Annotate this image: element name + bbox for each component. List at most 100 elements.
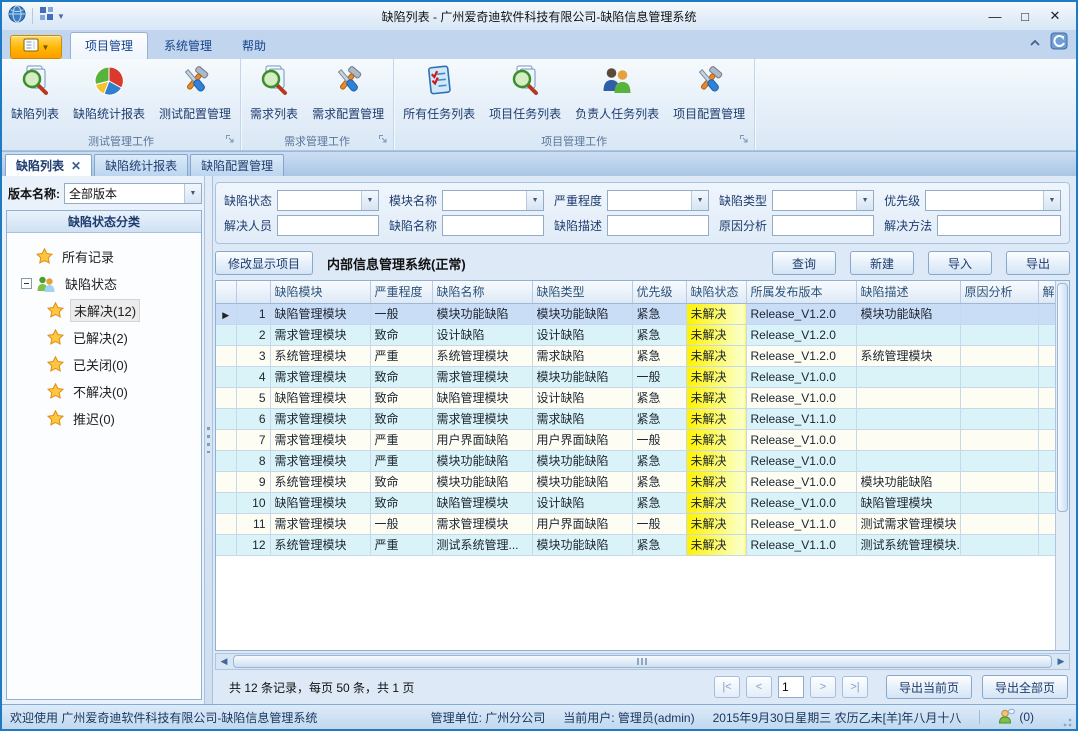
horizontal-scrollbar-thumb[interactable] (233, 655, 1052, 668)
export-all-pages-button[interactable]: 导出全部页 (982, 675, 1068, 699)
filter-input[interactable] (938, 216, 1060, 235)
column-header-9[interactable]: 原因分析 (960, 281, 1038, 303)
chevron-down-icon[interactable]: ▼ (526, 191, 543, 210)
ribbon-button-2-2[interactable]: 需求配置管理 (305, 61, 391, 124)
table-row[interactable]: 8需求管理模块严重模块功能缺陷模块功能缺陷紧急未解决Release_V1.0.0 (216, 450, 1055, 471)
doc-tab-3[interactable]: 缺陷配置管理 (190, 154, 284, 176)
dialog-launcher-icon[interactable] (739, 134, 749, 147)
first-page-button[interactable]: |< (714, 676, 740, 698)
quick-access-caret-icon[interactable]: ▼ (57, 12, 65, 21)
star-icon (47, 329, 64, 346)
filter-combobox[interactable]: ▼ (277, 190, 379, 211)
tree-expander-icon[interactable] (21, 278, 32, 289)
collapse-ribbon-icon[interactable] (1028, 35, 1042, 53)
chevron-down-icon[interactable]: ▼ (361, 191, 378, 210)
tree-item-5[interactable]: 已关闭(0) (47, 351, 197, 378)
tree-item-6[interactable]: 不解决(0) (47, 378, 197, 405)
maximize-button[interactable]: □ (1010, 5, 1040, 27)
row-indicator-cell (216, 513, 236, 534)
dialog-launcher-icon[interactable] (225, 134, 235, 147)
table-row[interactable]: 9系统管理模块致命模块功能缺陷模块功能缺陷紧急未解决Release_V1.0.0… (216, 471, 1055, 492)
ribbon-button-1-2[interactable]: 缺陷统计报表 (66, 61, 152, 124)
column-header-5[interactable]: 优先级 (632, 281, 686, 303)
table-row[interactable]: 7需求管理模块严重用户界面缺陷用户界面缺陷一般未解决Release_V1.0.0 (216, 429, 1055, 450)
prev-page-button[interactable]: < (746, 676, 772, 698)
tree-item-3[interactable]: 未解决(12) (47, 297, 197, 324)
table-row[interactable]: 11需求管理模块一般需求管理模块用户界面缺陷一般未解决Release_V1.1.… (216, 513, 1055, 534)
person-message-icon[interactable] (998, 708, 1015, 727)
filter-label: 解决方法 (884, 217, 932, 234)
column-header-7[interactable]: 所属发布版本 (746, 281, 856, 303)
version-combobox[interactable]: 全部版本 ▼ (64, 183, 202, 204)
filter-input[interactable] (278, 216, 378, 235)
close-tab-icon[interactable]: ✕ (71, 159, 81, 173)
dialog-launcher-icon[interactable] (378, 134, 388, 147)
scroll-left-icon[interactable]: ◀ (216, 656, 232, 667)
filter-combobox[interactable]: ▼ (772, 190, 874, 211)
column-header-1[interactable]: 缺陷模块 (270, 281, 370, 303)
doc-tab-1[interactable]: 缺陷列表✕ (5, 154, 92, 176)
next-page-button[interactable]: > (810, 676, 836, 698)
ribbon-tab-2[interactable]: 系统管理 (150, 33, 226, 59)
table-row[interactable]: 3系统管理模块严重系统管理模块需求缺陷紧急未解决Release_V1.2.0系统… (216, 345, 1055, 366)
close-button[interactable]: ✕ (1040, 5, 1070, 27)
tree-item-4[interactable]: 已解决(2) (47, 324, 197, 351)
filter-combobox[interactable]: ▼ (442, 190, 544, 211)
table-row[interactable]: 6需求管理模块致命需求管理模块需求缺陷紧急未解决Release_V1.1.0 (216, 408, 1055, 429)
ribbon-button-1-3[interactable]: 测试配置管理 (152, 61, 238, 124)
column-header-4[interactable]: 缺陷类型 (532, 281, 632, 303)
column-header-2[interactable]: 严重程度 (370, 281, 432, 303)
grid-toolbar: 修改显示项目 内部信息管理系统(正常) 查询新建导入导出 (215, 250, 1070, 276)
column-header-6[interactable]: 缺陷状态 (686, 281, 746, 303)
ribbon-button-1-1[interactable]: 缺陷列表 (4, 61, 66, 124)
doc-tab-2[interactable]: 缺陷统计报表 (94, 154, 188, 176)
query-button[interactable]: 查询 (772, 251, 836, 275)
cell-缺陷描述 (856, 387, 960, 408)
tree-item-2[interactable]: 缺陷状态 (21, 270, 197, 297)
export-button[interactable]: 导出 (1006, 251, 1070, 275)
ribbon-tab-3[interactable]: 帮助 (228, 33, 280, 59)
page-number-input[interactable] (778, 676, 804, 698)
horizontal-scrollbar[interactable]: ◀ ▶ (215, 653, 1070, 670)
tree-item-1[interactable]: 所有记录 (21, 243, 197, 270)
ribbon-button-2-1[interactable]: 需求列表 (243, 61, 305, 124)
resize-grip-icon[interactable] (1060, 715, 1072, 727)
import-button[interactable]: 导入 (928, 251, 992, 275)
ribbon-button-3-2[interactable]: 项目任务列表 (482, 61, 568, 124)
ribbon-button-3-3[interactable]: 负责人任务列表 (568, 61, 666, 124)
filter-input[interactable] (608, 216, 708, 235)
tree-item-7[interactable]: 推迟(0) (47, 405, 197, 432)
column-header-10[interactable]: 解决方法 (1038, 281, 1055, 303)
table-row[interactable]: ▶1缺陷管理模块一般模块功能缺陷模块功能缺陷紧急未解决Release_V1.2.… (216, 303, 1055, 324)
modify-columns-button[interactable]: 修改显示项目 (215, 251, 313, 275)
filter-input[interactable] (443, 216, 543, 235)
ribbon-button-3-1[interactable]: 所有任务列表 (396, 61, 482, 124)
ribbon-button-3-4[interactable]: 项目配置管理 (666, 61, 752, 124)
splitter-handle[interactable] (204, 176, 213, 704)
ribbon-style-icon[interactable] (1050, 32, 1068, 55)
layout-grid-icon[interactable] (39, 6, 54, 26)
new-button[interactable]: 新建 (850, 251, 914, 275)
chevron-down-icon[interactable]: ▼ (1043, 191, 1060, 210)
table-row[interactable]: 12系统管理模块严重测试系统管理...模块功能缺陷紧急未解决Release_V1… (216, 534, 1055, 555)
column-header-3[interactable]: 缺陷名称 (432, 281, 532, 303)
table-row[interactable]: 2需求管理模块致命设计缺陷设计缺陷紧急未解决Release_V1.2.0 (216, 324, 1055, 345)
chevron-down-icon[interactable]: ▼ (184, 184, 201, 203)
chevron-down-icon[interactable]: ▼ (691, 191, 708, 210)
last-page-button[interactable]: >| (842, 676, 868, 698)
ribbon-tab-1[interactable]: 项目管理 (70, 32, 148, 59)
table-row[interactable]: 4需求管理模块致命需求管理模块模块功能缺陷一般未解决Release_V1.0.0 (216, 366, 1055, 387)
chevron-down-icon[interactable]: ▼ (856, 191, 873, 210)
vertical-scrollbar-thumb[interactable] (1057, 283, 1068, 512)
app-menu-button[interactable]: ▼ (10, 35, 62, 59)
table-row[interactable]: 5缺陷管理模块致命缺陷管理模块设计缺陷紧急未解决Release_V1.0.0 (216, 387, 1055, 408)
column-header-8[interactable]: 缺陷描述 (856, 281, 960, 303)
scroll-right-icon[interactable]: ▶ (1053, 656, 1069, 667)
minimize-button[interactable]: — (980, 5, 1010, 27)
filter-input[interactable] (773, 216, 873, 235)
export-current-page-button[interactable]: 导出当前页 (886, 675, 972, 699)
table-row[interactable]: 10缺陷管理模块致命缺陷管理模块设计缺陷紧急未解决Release_V1.0.0缺… (216, 492, 1055, 513)
filter-combobox[interactable]: ▼ (607, 190, 709, 211)
vertical-scrollbar[interactable] (1055, 281, 1069, 650)
filter-combobox[interactable]: ▼ (925, 190, 1061, 211)
